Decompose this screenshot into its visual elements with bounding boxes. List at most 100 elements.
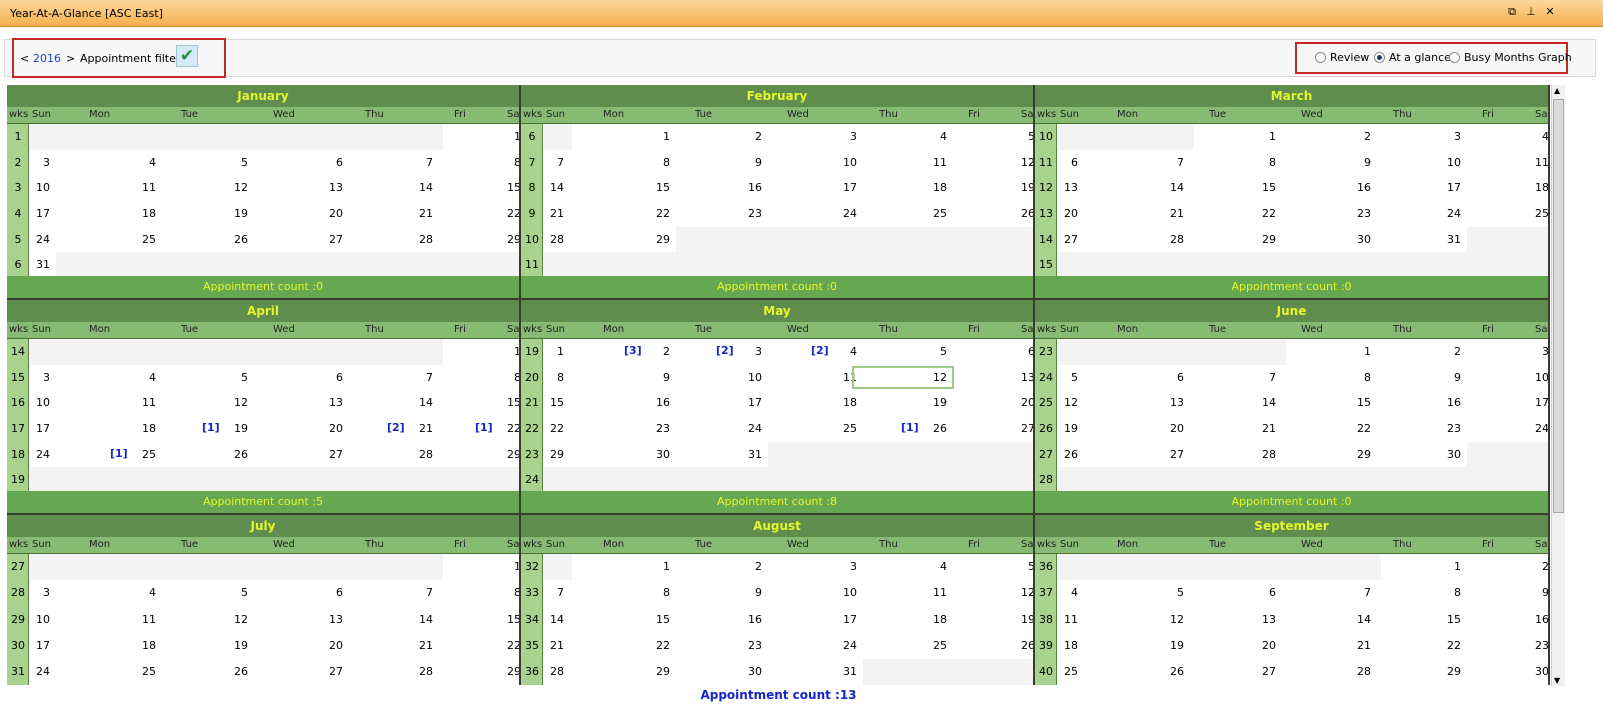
day-cell[interactable]: 6 xyxy=(323,586,343,599)
day-cell[interactable]: 20 xyxy=(1058,207,1078,220)
day-cell[interactable]: 14 xyxy=(413,181,433,194)
day-cell[interactable]: 10 xyxy=(837,156,857,169)
day-cell[interactable]: 15 xyxy=(1256,181,1276,194)
day-cell[interactable]: 17 xyxy=(30,639,50,652)
day-cell[interactable]: 13 xyxy=(1058,181,1078,194)
week-number[interactable]: 37 xyxy=(1035,586,1057,599)
day-cell[interactable]: 4 xyxy=(136,371,156,384)
day-cell[interactable]: 4 xyxy=(927,130,947,143)
month-name[interactable]: May xyxy=(521,300,1033,322)
day-cell[interactable]: 13 xyxy=(323,396,343,409)
day-cell[interactable]: 3 xyxy=(1529,345,1548,358)
day-cell[interactable]: 4 xyxy=(136,156,156,169)
day-cell[interactable]: 18 xyxy=(1058,639,1078,652)
day-cell[interactable]: 2 xyxy=(742,560,762,573)
day-cell[interactable]: 28 xyxy=(1164,233,1184,246)
day-cell[interactable]: 22 xyxy=(501,639,519,652)
day-cell[interactable]: 11 xyxy=(136,181,156,194)
week-number[interactable]: 14 xyxy=(1035,233,1057,246)
day-cell[interactable]: 28 xyxy=(413,233,433,246)
day-cell[interactable]: 23 xyxy=(650,422,670,435)
day-cell[interactable]: 18 xyxy=(136,422,156,435)
appointment-badge[interactable]: [3] xyxy=(624,344,642,357)
week-number[interactable]: 12 xyxy=(1035,181,1057,194)
day-cell[interactable]: 24 xyxy=(30,233,50,246)
day-cell[interactable]: 1 xyxy=(501,560,519,573)
week-number[interactable]: 10 xyxy=(521,233,543,246)
day-cell[interactable]: 12 xyxy=(228,181,248,194)
day-cell[interactable]: 9 xyxy=(742,156,762,169)
day-cell[interactable]: 31 xyxy=(837,665,857,678)
day-cell[interactable]: 11 xyxy=(927,586,947,599)
week-number[interactable]: 34 xyxy=(521,613,543,626)
week-number[interactable]: 4 xyxy=(7,207,29,220)
day-cell[interactable]: 1 xyxy=(1351,345,1371,358)
day-cell[interactable]: 4 xyxy=(136,586,156,599)
week-number[interactable]: 2 xyxy=(7,156,29,169)
day-cell[interactable]: 23 xyxy=(742,639,762,652)
day-cell[interactable]: 29 xyxy=(1256,233,1276,246)
close-icon[interactable]: ✕ xyxy=(1543,5,1557,19)
day-cell[interactable]: 30 xyxy=(1441,448,1461,461)
day-cell[interactable]: 22 xyxy=(1441,639,1461,652)
day-cell[interactable]: 24 xyxy=(1529,422,1548,435)
day-cell[interactable]: 11 xyxy=(927,156,947,169)
day-cell[interactable]: 22 xyxy=(501,422,519,435)
day-cell[interactable]: 2 xyxy=(1351,130,1371,143)
week-number[interactable]: 19 xyxy=(7,473,29,486)
day-cell[interactable]: 24 xyxy=(30,665,50,678)
day-cell[interactable]: 25 xyxy=(927,207,947,220)
week-number[interactable]: 15 xyxy=(7,371,29,384)
day-cell[interactable]: 3 xyxy=(1441,130,1461,143)
day-cell[interactable]: 6 xyxy=(1256,586,1276,599)
day-cell[interactable]: 25 xyxy=(1058,665,1078,678)
day-cell[interactable]: 16 xyxy=(1529,613,1548,626)
day-cell[interactable]: 20 xyxy=(1164,422,1184,435)
day-cell[interactable]: 25 xyxy=(136,233,156,246)
day-cell[interactable]: 26 xyxy=(1164,665,1184,678)
day-cell[interactable]: 9 xyxy=(1351,156,1371,169)
day-cell[interactable]: 10 xyxy=(30,613,50,626)
week-number[interactable]: 15 xyxy=(1035,258,1057,271)
day-cell[interactable]: 30 xyxy=(650,448,670,461)
week-number[interactable]: 26 xyxy=(1035,422,1057,435)
day-cell[interactable]: 7 xyxy=(1164,156,1184,169)
day-cell[interactable]: 6 xyxy=(323,371,343,384)
appointment-badge[interactable]: [1] xyxy=(901,421,919,434)
day-cell[interactable]: 29 xyxy=(501,233,519,246)
prev-year-button[interactable]: < xyxy=(20,52,29,65)
day-cell[interactable]: 27 xyxy=(323,448,343,461)
day-cell[interactable]: 19 xyxy=(1015,181,1033,194)
day-cell[interactable]: 13 xyxy=(323,613,343,626)
day-cell[interactable]: 1 xyxy=(650,130,670,143)
day-cell[interactable]: 5 xyxy=(228,156,248,169)
day-cell[interactable]: 1 xyxy=(501,345,519,358)
day-cell[interactable]: 28 xyxy=(1256,448,1276,461)
day-cell[interactable]: 24 xyxy=(1441,207,1461,220)
day-cell[interactable]: 21 xyxy=(1164,207,1184,220)
week-number[interactable]: 23 xyxy=(1035,345,1057,358)
day-cell[interactable]: 9 xyxy=(742,586,762,599)
week-number[interactable]: 8 xyxy=(521,181,543,194)
day-cell[interactable]: 29 xyxy=(501,448,519,461)
day-cell[interactable]: 27 xyxy=(323,233,343,246)
day-cell[interactable]: 16 xyxy=(742,613,762,626)
day-cell[interactable]: 30 xyxy=(1529,665,1548,678)
week-number[interactable]: 32 xyxy=(521,560,543,573)
day-cell[interactable]: 21 xyxy=(544,639,564,652)
day-cell[interactable]: 3 xyxy=(837,130,857,143)
pin-icon[interactable]: ⊥ xyxy=(1524,5,1538,19)
week-number[interactable]: 21 xyxy=(521,396,543,409)
month-name[interactable]: September xyxy=(1035,515,1548,537)
day-cell[interactable]: 11 xyxy=(136,396,156,409)
day-cell[interactable]: 20 xyxy=(323,639,343,652)
day-cell[interactable]: 18 xyxy=(927,613,947,626)
day-cell[interactable]: 12 xyxy=(228,613,248,626)
day-cell[interactable]: 6 xyxy=(1058,156,1078,169)
day-cell[interactable]: 9 xyxy=(1441,371,1461,384)
day-cell[interactable]: 17 xyxy=(742,396,762,409)
month-name[interactable]: January xyxy=(7,85,519,107)
week-number[interactable]: 29 xyxy=(7,613,29,626)
week-number[interactable]: 36 xyxy=(521,665,543,678)
day-cell[interactable]: 5 xyxy=(228,371,248,384)
